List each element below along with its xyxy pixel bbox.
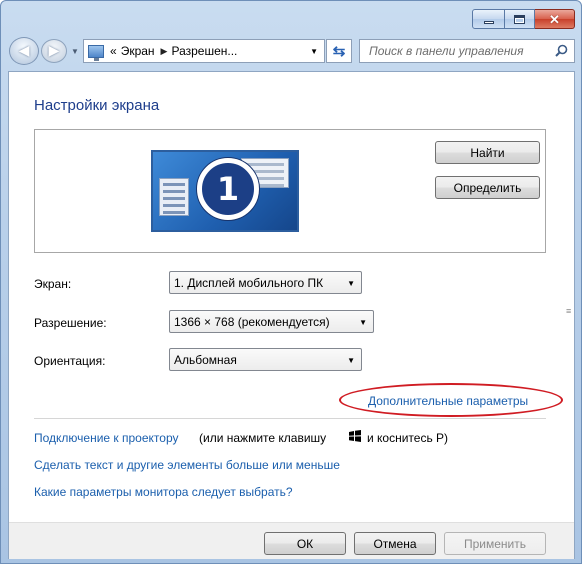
maximize-button[interactable] — [505, 9, 535, 29]
page-title: Настройки экрана — [34, 97, 160, 114]
minimize-icon — [483, 20, 494, 24]
monitor-settings-help-link[interactable]: Какие параметры монитора следует выбрать… — [34, 485, 293, 499]
resolution-label: Разрешение: — [34, 316, 107, 330]
display-select[interactable]: 1. Дисплей мобильного ПК ▼ — [169, 271, 362, 294]
dialog-footer: ОК Отмена Применить — [9, 522, 574, 559]
recent-pages-dropdown[interactable]: ▼ — [71, 47, 79, 56]
back-button[interactable]: ◀ — [9, 37, 39, 65]
ok-button[interactable]: ОК — [264, 532, 346, 555]
address-bar[interactable]: « Экран ▶ Разрешен... ▼ — [83, 39, 325, 63]
resize-grip-icon[interactable]: ≡ — [566, 306, 571, 316]
refresh-button[interactable]: ⇆ — [326, 39, 352, 63]
close-icon: ✕ — [549, 11, 560, 27]
chevron-down-icon: ▼ — [347, 356, 355, 365]
address-overflow-chevron[interactable]: « — [110, 44, 117, 58]
chevron-down-icon: ▼ — [347, 279, 355, 288]
apply-button[interactable]: Применить — [444, 532, 546, 555]
arrow-left-icon: ◀ — [18, 42, 30, 59]
breadcrumb-separator-icon[interactable]: ▶ — [161, 46, 168, 57]
find-button[interactable]: Найти — [435, 141, 540, 164]
breadcrumb-resolution[interactable]: Разрешен... — [171, 44, 237, 58]
search-icon[interactable] — [555, 44, 568, 57]
projector-hint-start: (или нажмите клавишу — [199, 431, 327, 445]
close-button[interactable]: ✕ — [535, 9, 575, 29]
window-frame: ✕ ◀ ▶ ▼ « Экран ▶ Разрешен... ▼ ⇆ ≡ Наст… — [0, 0, 582, 564]
maximize-icon — [514, 14, 525, 24]
windows-logo-icon — [349, 430, 361, 442]
search-input[interactable] — [369, 44, 549, 58]
chevron-down-icon: ▼ — [359, 318, 367, 327]
arrow-right-icon: ▶ — [48, 42, 60, 59]
forward-button[interactable]: ▶ — [41, 39, 67, 63]
cancel-button[interactable]: Отмена — [354, 532, 436, 555]
divider — [34, 418, 546, 419]
display-preview: 1 Найти Определить — [34, 129, 546, 253]
orientation-label: Ориентация: — [34, 354, 106, 368]
display-label: Экран: — [34, 277, 72, 291]
advanced-settings-link[interactable]: Дополнительные параметры — [368, 394, 528, 408]
control-panel-icon — [88, 44, 104, 61]
resolution-select-value: 1366 × 768 (рекомендуется) — [174, 314, 330, 329]
refresh-icon: ⇆ — [332, 43, 346, 60]
projector-hint-end: и коснитесь P) — [367, 431, 449, 445]
search-box — [359, 39, 575, 63]
caption-buttons: ✕ — [472, 9, 575, 29]
orientation-select-value: Альбомная — [174, 352, 237, 367]
content-area: ≡ Настройки экрана 1 Найти Определить Эк… — [8, 71, 575, 559]
text-size-link[interactable]: Сделать текст и другие элементы больше и… — [34, 458, 340, 472]
identify-button[interactable]: Определить — [435, 176, 540, 199]
monitor-number: 1 — [197, 158, 259, 220]
monitor-1-icon[interactable]: 1 — [151, 150, 299, 232]
resolution-select[interactable]: 1366 × 768 (рекомендуется) ▼ — [169, 310, 374, 333]
projector-link[interactable]: Подключение к проектору — [34, 431, 179, 445]
minimize-button[interactable] — [472, 9, 505, 29]
display-select-value: 1. Дисплей мобильного ПК — [174, 275, 324, 290]
address-dropdown-icon[interactable]: ▼ — [310, 47, 318, 56]
breadcrumb-display[interactable]: Экран — [121, 44, 155, 58]
monitor-window-thumbnail — [159, 178, 189, 216]
orientation-select[interactable]: Альбомная ▼ — [169, 348, 362, 371]
